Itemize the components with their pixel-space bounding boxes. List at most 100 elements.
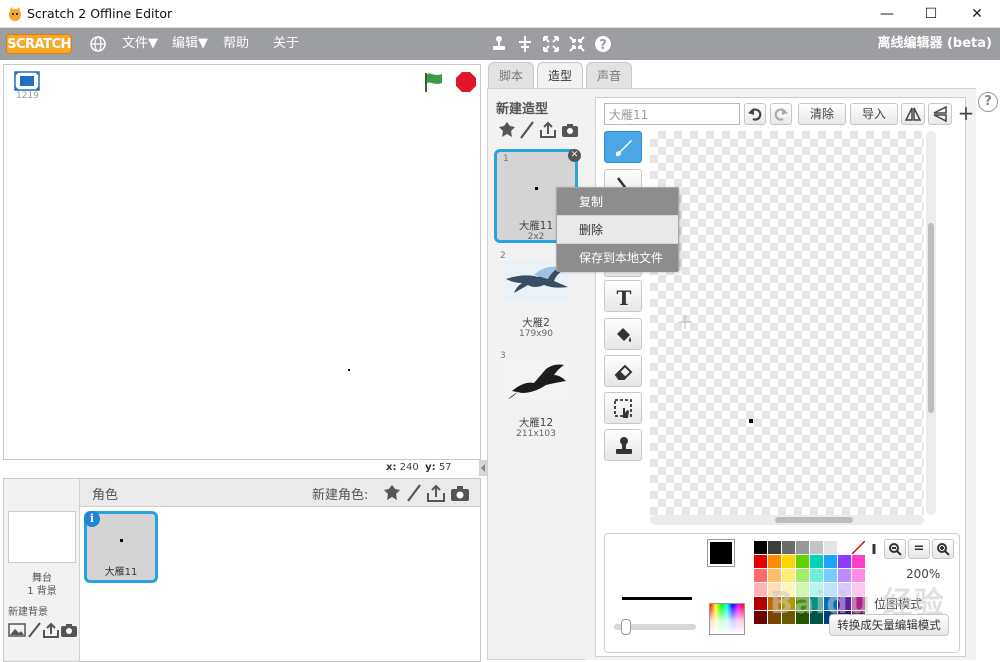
stamp-tool[interactable] bbox=[604, 429, 642, 461]
stamp-icon bbox=[616, 437, 632, 454]
stage-thumbnail[interactable] bbox=[8, 511, 76, 563]
collapse-stage-arrow-icon[interactable] bbox=[479, 460, 487, 476]
stamp-duplicate-icon[interactable] bbox=[489, 34, 509, 54]
canvas-vertical-scrollbar[interactable] bbox=[926, 131, 936, 515]
color-picker[interactable] bbox=[709, 603, 745, 635]
color-swatch[interactable] bbox=[810, 541, 823, 554]
scrollbar-thumb[interactable] bbox=[775, 517, 853, 523]
color-swatch[interactable] bbox=[824, 555, 837, 568]
minimize-button[interactable]: — bbox=[864, 0, 910, 28]
color-swatch[interactable] bbox=[810, 555, 823, 568]
color-swatch[interactable] bbox=[754, 597, 767, 610]
upload-sprite-icon[interactable] bbox=[426, 483, 446, 503]
flip-horizontal-button[interactable] bbox=[901, 103, 925, 125]
grow-icon[interactable] bbox=[541, 34, 561, 54]
presentation-mode-icon[interactable] bbox=[14, 71, 40, 91]
zoom-out-button[interactable] bbox=[884, 539, 906, 559]
primary-color-swatch[interactable] bbox=[707, 539, 735, 567]
scratch-logo[interactable]: SCRATCH bbox=[6, 34, 72, 54]
color-swatch[interactable] bbox=[754, 569, 767, 582]
context-duplicate[interactable]: 复制 bbox=[557, 188, 678, 216]
maximize-button[interactable]: ☐ bbox=[908, 0, 954, 28]
color-swatch[interactable] bbox=[782, 555, 795, 568]
import-button[interactable]: 导入 bbox=[850, 103, 898, 125]
color-swatch[interactable] bbox=[824, 541, 837, 554]
set-center-button[interactable]: + bbox=[956, 103, 976, 125]
costume-name-field[interactable] bbox=[604, 103, 740, 125]
sprite-thumbnail[interactable]: i 大雁11 bbox=[84, 511, 158, 583]
flip-vertical-icon bbox=[933, 105, 947, 123]
menu-file[interactable]: 文件▼ bbox=[122, 28, 158, 60]
brush-tool[interactable] bbox=[604, 131, 642, 163]
delete-costume-icon[interactable]: ✕ bbox=[568, 149, 581, 162]
flip-vertical-button[interactable] bbox=[928, 103, 952, 125]
color-swatch[interactable] bbox=[768, 555, 781, 568]
close-window-button[interactable]: ✕ bbox=[954, 0, 1000, 28]
redo-button[interactable] bbox=[770, 103, 792, 125]
color-swatch[interactable] bbox=[838, 541, 851, 554]
stage-backdrop-count: 1 背景 bbox=[27, 586, 57, 597]
line-width-slider[interactable] bbox=[614, 619, 696, 635]
stop-icon[interactable] bbox=[455, 71, 477, 93]
sprite-info-icon[interactable]: i bbox=[84, 511, 100, 527]
slider-knob[interactable] bbox=[621, 619, 631, 635]
menu-about[interactable]: 关于 bbox=[273, 28, 299, 60]
tab-sounds[interactable]: 声音 bbox=[586, 62, 632, 88]
costume-preview bbox=[535, 187, 538, 190]
color-swatch[interactable] bbox=[796, 541, 809, 554]
costume-size: 211x103 bbox=[516, 429, 556, 439]
undo-button[interactable] bbox=[744, 103, 766, 125]
stage-column: 舞台 1 背景 新建背景 bbox=[4, 479, 80, 661]
color-swatch[interactable] bbox=[754, 583, 767, 596]
sprite-library-icon[interactable] bbox=[382, 483, 402, 503]
camera-sprite-icon[interactable] bbox=[450, 483, 470, 503]
menu-edit[interactable]: 编辑▼ bbox=[172, 28, 208, 60]
color-swatch[interactable] bbox=[838, 555, 851, 568]
tab-costumes[interactable]: 造型 bbox=[537, 62, 583, 90]
block-help-icon[interactable]: ? bbox=[593, 34, 613, 54]
green-flag-icon[interactable] bbox=[422, 71, 446, 93]
sprite-pane-header: 角色 新建角色: bbox=[80, 479, 480, 507]
color-swatch[interactable] bbox=[754, 541, 767, 554]
convert-to-vector-button[interactable]: 转换成矢量编辑模式 bbox=[829, 614, 949, 636]
cut-delete-icon[interactable] bbox=[515, 34, 535, 54]
paint-canvas[interactable] bbox=[650, 131, 924, 515]
upload-backdrop-icon[interactable] bbox=[42, 621, 60, 639]
costume-library-icon[interactable] bbox=[498, 121, 516, 139]
backdrop-library-icon[interactable] bbox=[8, 621, 26, 639]
clear-button[interactable]: 清除 bbox=[798, 103, 846, 125]
color-swatch[interactable] bbox=[754, 555, 767, 568]
text-tool[interactable]: T bbox=[604, 280, 642, 312]
sprite-on-stage[interactable] bbox=[348, 369, 350, 371]
costume-list: 新建造型 1 ✕ 大雁11 2x2 2 大雁2 179x90 3 大雁12 21… bbox=[487, 88, 585, 660]
color-swatch[interactable] bbox=[782, 541, 795, 554]
tab-scripts[interactable]: 脚本 bbox=[488, 62, 534, 88]
new-backdrop-label: 新建背景 bbox=[8, 607, 48, 618]
paint-costume-icon[interactable] bbox=[518, 121, 536, 139]
menu-help[interactable]: 帮助 bbox=[223, 28, 249, 60]
color-swatch[interactable] bbox=[796, 555, 809, 568]
camera-costume-icon[interactable] bbox=[561, 121, 579, 139]
stage[interactable]: 1219 bbox=[3, 64, 481, 460]
shrink-icon[interactable] bbox=[567, 34, 587, 54]
help-tips-icon[interactable]: ? bbox=[978, 92, 998, 112]
goose-flying-image bbox=[504, 361, 570, 401]
color-swatch[interactable] bbox=[754, 611, 767, 624]
context-delete[interactable]: 删除 bbox=[557, 216, 678, 244]
select-tool[interactable] bbox=[604, 392, 642, 424]
upload-costume-icon[interactable] bbox=[539, 121, 557, 139]
transparent-swatch[interactable] bbox=[851, 540, 866, 555]
eraser-tool[interactable] bbox=[604, 355, 642, 387]
zoom-reset-button[interactable]: = bbox=[908, 539, 930, 559]
globe-icon[interactable] bbox=[88, 34, 108, 54]
camera-backdrop-icon[interactable] bbox=[60, 621, 78, 639]
zoom-in-button[interactable] bbox=[932, 539, 954, 559]
color-swatch[interactable] bbox=[852, 555, 865, 568]
color-swatch[interactable] bbox=[768, 541, 781, 554]
scrollbar-thumb[interactable] bbox=[928, 223, 934, 413]
paint-sprite-icon[interactable] bbox=[404, 483, 424, 503]
fill-tool[interactable] bbox=[604, 318, 642, 350]
context-save-local[interactable]: 保存到本地文件 bbox=[557, 244, 678, 272]
canvas-horizontal-scrollbar[interactable] bbox=[650, 515, 924, 525]
costume-item-3[interactable]: 3 大雁12 211x103 bbox=[494, 349, 578, 443]
